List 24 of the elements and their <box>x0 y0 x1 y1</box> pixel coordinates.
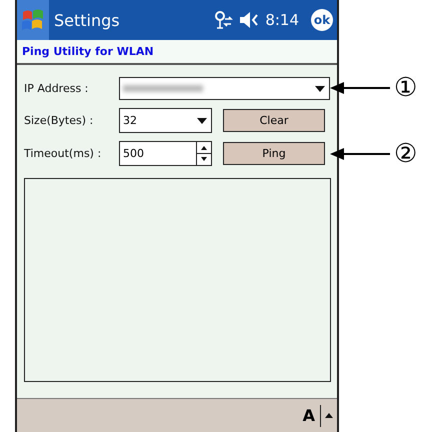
arrow <box>330 147 390 161</box>
clear-button[interactable]: Clear <box>223 109 325 132</box>
page-heading: Ping Utility for WLAN <box>22 45 154 58</box>
start-button[interactable] <box>17 0 49 40</box>
ping-button[interactable]: Ping <box>223 142 325 165</box>
timeout-label: Timeout(ms) : <box>24 147 102 160</box>
size-label: Size(Bytes) : <box>24 114 94 127</box>
callout-number: ① <box>394 73 418 103</box>
ip-address-label: IP Address : <box>24 82 90 95</box>
dropdown-arrow-icon <box>315 86 325 92</box>
timeout-spinbox[interactable]: 500 <box>119 141 212 166</box>
dropdown-arrow-icon <box>197 118 207 124</box>
window-title: Settings <box>54 10 121 30</box>
clock-time[interactable]: 8:14 <box>265 11 299 29</box>
up-arrow-icon[interactable] <box>325 413 333 418</box>
ok-button[interactable]: ok <box>311 9 333 31</box>
callout-number: ② <box>394 139 418 169</box>
flag-logo-icon[interactable] <box>21 9 45 31</box>
input-panel-button[interactable]: A <box>302 406 315 425</box>
speaker-icon[interactable] <box>239 12 260 28</box>
ip-address-dropdown[interactable] <box>119 77 330 100</box>
connectivity-icon[interactable] <box>213 11 234 29</box>
arrow <box>330 81 390 95</box>
size-dropdown[interactable]: 32 <box>119 108 212 133</box>
